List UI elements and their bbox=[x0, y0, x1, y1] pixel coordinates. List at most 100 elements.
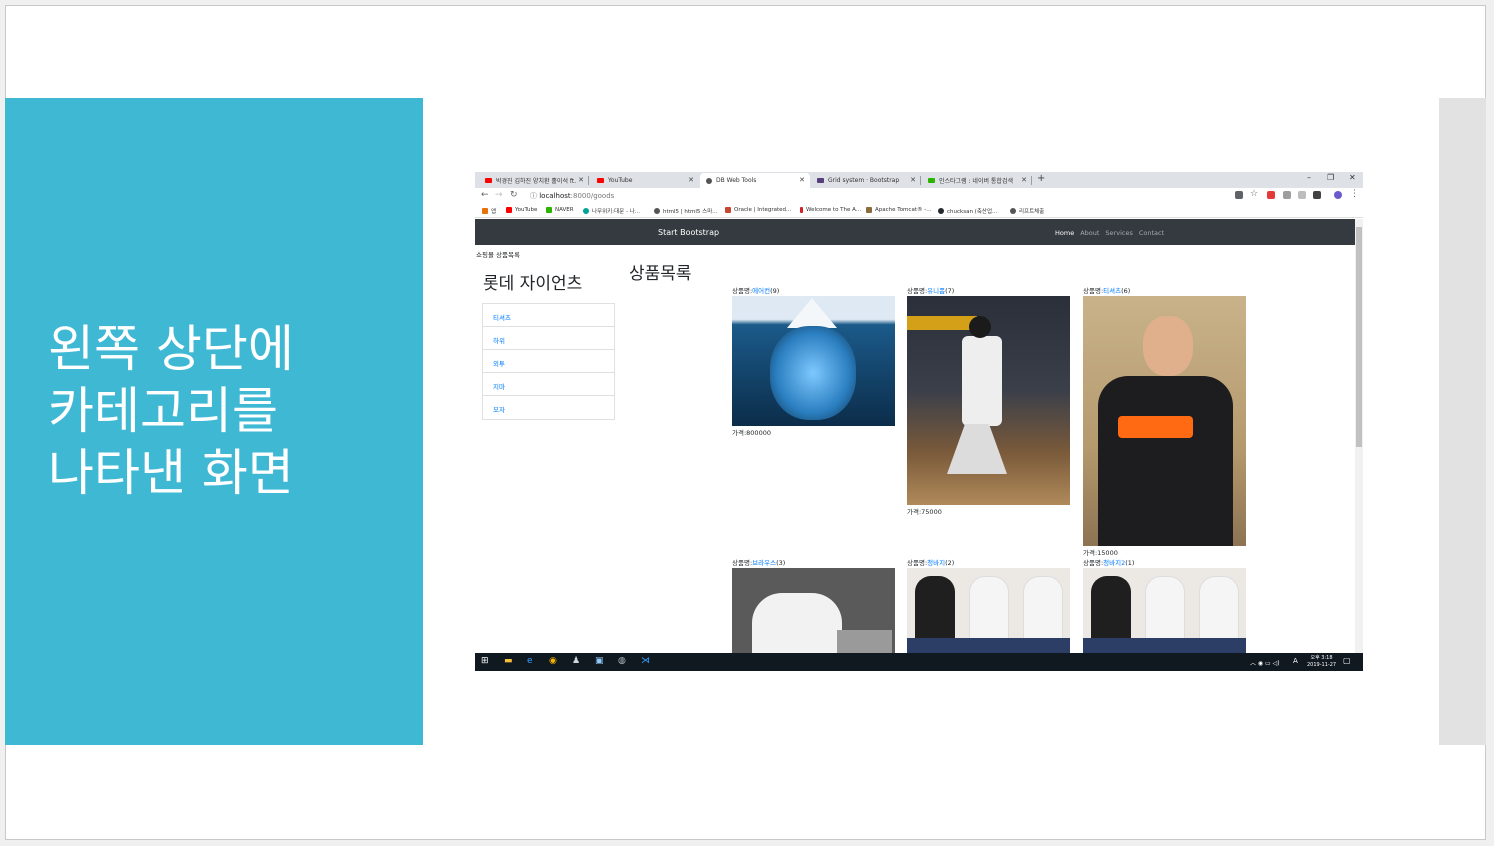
nav-contact[interactable]: Contact bbox=[1139, 229, 1164, 237]
notification-icon[interactable]: ▢ bbox=[1343, 656, 1351, 665]
browser-tab[interactable]: YouTube ✕ bbox=[591, 173, 699, 188]
close-icon[interactable]: ✕ bbox=[910, 176, 916, 184]
browser-tab[interactable]: 인스타그램 : 네이버 통합검색 ✕ bbox=[922, 173, 1032, 188]
product-link[interactable]: 유니폼 bbox=[927, 287, 945, 295]
bookmark-item[interactable]: YouTube bbox=[506, 207, 537, 213]
product-price: 가격:800000 bbox=[732, 427, 895, 437]
close-icon[interactable]: ✕ bbox=[578, 176, 584, 184]
product-price: 가격:75000 bbox=[907, 506, 1070, 516]
product-name: 상품명:브라우스(3) bbox=[732, 557, 895, 567]
reload-icon[interactable]: ↻ bbox=[510, 190, 518, 200]
youtube-icon bbox=[485, 178, 492, 183]
site-brand[interactable]: Start Bootstrap bbox=[658, 228, 719, 237]
product-link[interactable]: 에어컨 bbox=[752, 287, 770, 295]
category-item[interactable]: 지마 bbox=[483, 373, 614, 396]
extension-icon[interactable] bbox=[1298, 191, 1306, 199]
bookmark-item[interactable]: 리프트체출 bbox=[1010, 207, 1044, 215]
bookmark-item[interactable]: NAVER bbox=[546, 207, 574, 213]
edge-icon[interactable]: e bbox=[527, 656, 533, 666]
new-tab-button[interactable]: + bbox=[1037, 173, 1045, 184]
extension-icon[interactable] bbox=[1283, 191, 1291, 199]
bookmark-label: NAVER bbox=[555, 207, 574, 213]
category-item[interactable]: 하위 bbox=[483, 327, 614, 350]
globe-icon bbox=[706, 177, 712, 184]
product-link[interactable]: 브라우스 bbox=[752, 559, 776, 567]
page-scrollbar[interactable] bbox=[1355, 219, 1363, 653]
maximize-button[interactable]: ❐ bbox=[1327, 173, 1334, 182]
name-prefix: 상품명: bbox=[732, 559, 753, 567]
bookmark-label: chucksan (축산업... bbox=[947, 209, 998, 215]
product-link[interactable]: 청바지2 bbox=[1103, 559, 1125, 567]
browser-tab[interactable]: Grid system · Bootstrap ✕ bbox=[811, 173, 921, 188]
category-list: 티셔츠 하위 외투 지마 모자 bbox=[482, 303, 615, 420]
product-image-jeans2[interactable] bbox=[1083, 568, 1246, 653]
globe-icon bbox=[1010, 208, 1016, 214]
bookmark-item[interactable]: 나무위키:대문 - 나... bbox=[583, 207, 640, 215]
address-bar-row: ← → ↻ ⓘ localhost:8000/goods ☆ ⋮ bbox=[475, 188, 1363, 204]
minimize-button[interactable]: – bbox=[1307, 173, 1311, 182]
tab-separator bbox=[1031, 176, 1032, 185]
file-explorer-icon[interactable]: ▬ bbox=[504, 656, 513, 666]
url-field[interactable]: ⓘ localhost:8000/goods bbox=[530, 191, 614, 201]
extension-icon[interactable] bbox=[1313, 191, 1321, 199]
section-title: 상품목록 bbox=[629, 264, 692, 284]
product-image-iceberg[interactable] bbox=[732, 296, 895, 426]
translate-icon[interactable] bbox=[1235, 191, 1243, 199]
bookmark-item[interactable]: 앱 bbox=[482, 207, 496, 215]
globe-icon bbox=[654, 208, 660, 214]
app-icon[interactable]: ◍ bbox=[618, 656, 626, 666]
clock-time: 오후 3:18 bbox=[1310, 655, 1333, 661]
product-link[interactable]: 청바지 bbox=[927, 559, 945, 567]
menu-icon[interactable]: ⋮ bbox=[1350, 189, 1359, 199]
bookmarks-bar: 앱 YouTube NAVER 나무위키:대문 - 나... html5 | h… bbox=[475, 204, 1363, 218]
back-icon[interactable]: ← bbox=[481, 190, 489, 200]
profile-avatar[interactable] bbox=[1334, 191, 1342, 199]
tab-label: Grid system · Bootstrap bbox=[828, 177, 900, 184]
bookmark-item[interactable]: Oracle | Integrated... bbox=[725, 207, 791, 213]
bookmark-item[interactable]: html5 | html5 스마... bbox=[654, 207, 718, 215]
clock[interactable]: 오후 3:18 2019-11-27 bbox=[1307, 655, 1336, 669]
bookmark-item[interactable]: Apache Tomcat® -... bbox=[866, 207, 931, 213]
info-icon: ⓘ bbox=[530, 192, 540, 200]
browser-tab[interactable]: 박경진 김하진 양치환 홀이석 ft. ✕ bbox=[479, 173, 589, 188]
chrome-icon[interactable]: ◉ bbox=[549, 656, 557, 666]
extension-icon[interactable] bbox=[1267, 191, 1275, 199]
ime-indicator[interactable]: A bbox=[1293, 657, 1298, 665]
scrollbar-thumb[interactable] bbox=[1356, 227, 1362, 447]
product-name: 상품명:청바지2(1) bbox=[1083, 557, 1246, 567]
app-icon[interactable]: ♟ bbox=[572, 656, 580, 666]
product-price: 가격:15000 bbox=[1083, 547, 1246, 557]
product-image-tshirt[interactable] bbox=[1083, 296, 1246, 546]
close-window-button[interactable]: ✕ bbox=[1349, 173, 1356, 182]
forward-icon[interactable]: → bbox=[495, 190, 503, 200]
nav-home[interactable]: Home bbox=[1055, 229, 1074, 237]
product-image-uniform[interactable] bbox=[907, 296, 1070, 505]
close-icon[interactable]: ✕ bbox=[688, 176, 694, 184]
bookmark-label: Oracle | Integrated... bbox=[734, 207, 792, 213]
tray-icons[interactable]: ︿ ◉ ▭ ◁) bbox=[1250, 658, 1280, 667]
browser-tab-active[interactable]: DB Web Tools ✕ bbox=[700, 173, 810, 188]
product-image-blouse[interactable] bbox=[732, 568, 895, 653]
nav-about[interactable]: About bbox=[1080, 229, 1099, 237]
bookmark-item[interactable]: chucksan (축산업... bbox=[938, 207, 997, 215]
category-item[interactable]: 모자 bbox=[483, 396, 614, 419]
star-icon[interactable]: ☆ bbox=[1250, 189, 1258, 199]
bookmark-label: Welcome to The A... bbox=[806, 207, 862, 213]
person-face bbox=[1143, 316, 1193, 376]
app-icon[interactable]: ▣ bbox=[595, 656, 604, 666]
product-image-jeans[interactable] bbox=[907, 568, 1070, 653]
bookmark-label: 앱 bbox=[491, 209, 497, 215]
windows-start-icon[interactable]: ⊞ bbox=[481, 656, 489, 666]
close-icon[interactable]: ✕ bbox=[1021, 176, 1027, 184]
product-link[interactable]: 티셔츠 bbox=[1103, 287, 1121, 295]
category-item[interactable]: 외투 bbox=[483, 350, 614, 373]
tab-bar: 박경진 김하진 양치환 홀이석 ft. ✕ YouTube ✕ DB Web T… bbox=[475, 172, 1363, 188]
jacket-logo bbox=[1118, 416, 1193, 438]
product-card: 상품명:청바지(2) bbox=[907, 557, 1070, 653]
bookmark-item[interactable]: Welcome to The A... bbox=[800, 207, 861, 213]
nav-services[interactable]: Services bbox=[1105, 229, 1132, 237]
close-icon[interactable]: ✕ bbox=[799, 176, 805, 184]
category-item[interactable]: 티셔츠 bbox=[483, 304, 614, 327]
windows-taskbar: ⊞ ▬ e ◉ ♟ ▣ ◍ ⋊ ︿ ◉ ▭ ◁) A 오후 3:18 2019-… bbox=[475, 653, 1363, 671]
vscode-icon[interactable]: ⋊ bbox=[641, 656, 650, 666]
